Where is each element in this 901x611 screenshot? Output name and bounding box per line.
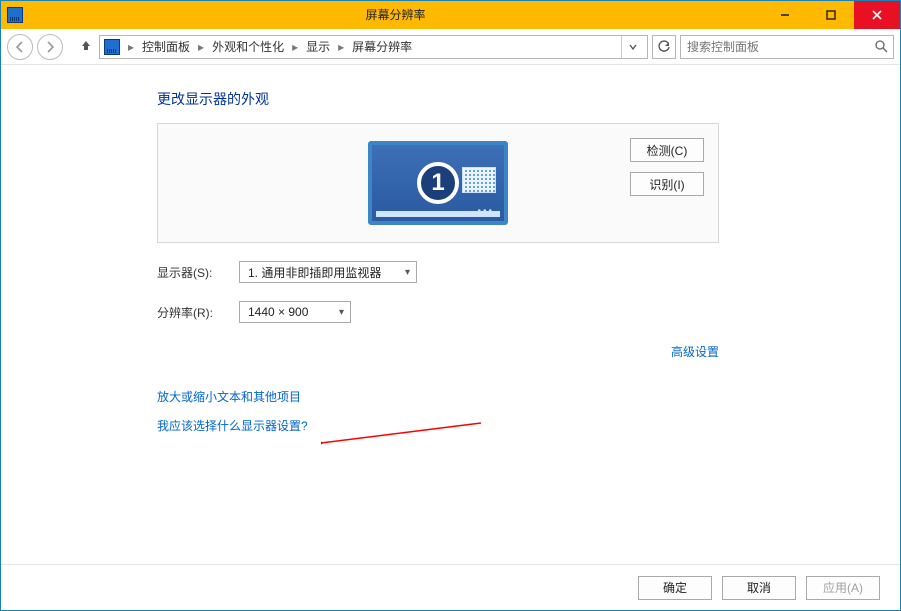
which-display-link[interactable]: 我应该选择什么显示器设置?: [157, 417, 866, 434]
chevron-down-icon: [629, 43, 637, 51]
up-button[interactable]: [77, 38, 95, 56]
apply-button[interactable]: 应用(A): [806, 576, 880, 600]
arrow-up-icon: [80, 39, 92, 51]
window: 屏幕分辨率 ▸ 控制面板 ▸ 外观和个: [0, 0, 901, 611]
refresh-icon: [657, 40, 671, 54]
window-buttons: [762, 1, 900, 29]
search-box[interactable]: [680, 35, 894, 59]
chevron-down-icon: ▾: [339, 307, 344, 318]
arrow-left-icon: [14, 41, 26, 53]
address-bar[interactable]: ▸ 控制面板 ▸ 外观和个性化 ▸ 显示 ▸ 屏幕分辨率: [99, 35, 648, 59]
window-title: 屏幕分辨率: [29, 1, 762, 29]
command-bar: 确定 取消 应用(A): [1, 564, 900, 610]
display-preview: 1 ••• 检测(C) 识别(I): [157, 123, 719, 243]
app-icon: [1, 1, 29, 29]
resolution-select[interactable]: 1440 × 900 ▾: [239, 301, 351, 323]
breadcrumb[interactable]: 屏幕分辨率: [348, 38, 416, 55]
identify-button[interactable]: 识别(I): [630, 172, 704, 196]
breadcrumb[interactable]: 外观和个性化: [208, 38, 288, 55]
monitor-grid-icon: [462, 167, 496, 193]
minimize-button[interactable]: [762, 1, 808, 29]
chevron-down-icon: ▾: [405, 267, 410, 278]
advanced-settings-link[interactable]: 高级设置: [671, 345, 719, 359]
forward-button[interactable]: [37, 34, 63, 60]
monitor-number: 1: [417, 162, 459, 204]
detect-button[interactable]: 检测(C): [630, 138, 704, 162]
chevron-right-icon: ▸: [290, 40, 300, 54]
search-icon[interactable]: [869, 40, 893, 53]
resolution-label: 分辨率(R):: [157, 304, 221, 321]
display-select-value: 1. 通用非即插即用监视器: [248, 264, 381, 281]
chevron-right-icon: ▸: [336, 40, 346, 54]
ok-button[interactable]: 确定: [638, 576, 712, 600]
arrow-right-icon: [44, 41, 56, 53]
display-select[interactable]: 1. 通用非即插即用监视器 ▾: [239, 261, 417, 283]
close-button[interactable]: [854, 1, 900, 29]
search-input[interactable]: [681, 36, 869, 58]
monitor-thumbnail[interactable]: 1 •••: [368, 141, 508, 225]
display-label: 显示器(S):: [157, 264, 221, 281]
control-panel-icon: [104, 39, 120, 55]
breadcrumb[interactable]: 控制面板: [138, 38, 194, 55]
breadcrumb[interactable]: 显示: [302, 38, 334, 55]
content: 更改显示器的外观 1 ••• 检测(C) 识别(I) 显示器(S): 1. 通用…: [1, 65, 900, 564]
navbar: ▸ 控制面板 ▸ 外观和个性化 ▸ 显示 ▸ 屏幕分辨率: [1, 29, 900, 65]
address-dropdown[interactable]: [621, 36, 643, 58]
resolution-select-value: 1440 × 900: [248, 305, 308, 319]
refresh-button[interactable]: [652, 35, 676, 59]
monitor-taskbar-icon: [376, 211, 500, 217]
chevron-right-icon: ▸: [196, 40, 206, 54]
cancel-button[interactable]: 取消: [722, 576, 796, 600]
text-size-link[interactable]: 放大或缩小文本和其他项目: [157, 388, 866, 405]
titlebar: 屏幕分辨率: [1, 1, 900, 29]
chevron-right-icon: ▸: [126, 40, 136, 54]
maximize-button[interactable]: [808, 1, 854, 29]
back-button[interactable]: [7, 34, 33, 60]
page-title: 更改显示器的外观: [157, 89, 866, 109]
